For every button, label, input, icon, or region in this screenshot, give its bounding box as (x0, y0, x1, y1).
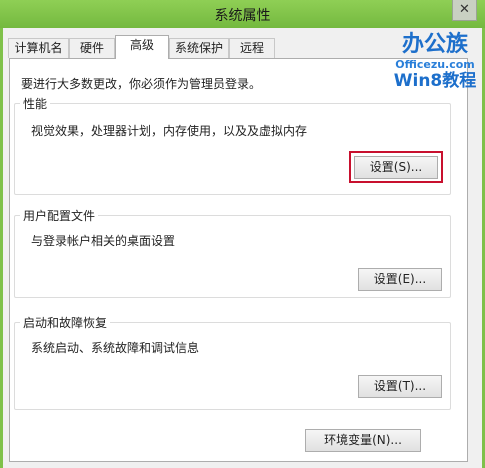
admin-notice: 要进行大多数更改，你必须作为管理员登录。 (21, 77, 262, 91)
tab-remote[interactable]: 远程 (229, 38, 275, 58)
startup-recovery-group-title: 启动和故障恢复 (20, 314, 111, 331)
performance-settings-button[interactable]: 设置(S)... (354, 156, 438, 179)
watermark-site: Officezu.com (395, 58, 475, 71)
user-profiles-description: 与登录帐户相关的桌面设置 (31, 234, 176, 248)
user-profiles-group: 用户配置文件 与登录帐户相关的桌面设置 设置(E)... (14, 207, 451, 298)
performance-group-title: 性能 (20, 95, 51, 112)
window-title: 系统属性 (214, 8, 271, 24)
tab-advanced[interactable]: 高级 (115, 35, 169, 59)
tab-computer-name[interactable]: 计算机名 (8, 38, 69, 58)
tab-hardware[interactable]: 硬件 (69, 38, 115, 58)
watermark-logo: 办公族 Officezu.com Win8教程 (390, 32, 480, 91)
close-icon[interactable]: ✕ (452, 0, 477, 21)
startup-recovery-description: 系统启动、系统故障和调试信息 (31, 341, 200, 355)
watermark-brand: 办公族 (401, 32, 468, 57)
startup-recovery-group: 启动和故障恢复 系统启动、系统故障和调试信息 设置(T)... (14, 314, 451, 410)
tab-system-protection[interactable]: 系统保护 (169, 38, 229, 58)
watermark-tagline: Win8教程 (393, 71, 477, 91)
performance-description: 视觉效果，处理器计划，内存使用，以及及虚拟内存 (31, 124, 308, 138)
performance-group: 性能 视觉效果，处理器计划，内存使用，以及及虚拟内存 设置(S)... (14, 95, 451, 195)
dialog-client: 计算机名 硬件 高级 系统保护 远程 要进行大多数更改，你必须作为管理员登录。 … (3, 28, 482, 468)
user-profiles-settings-button[interactable]: 设置(E)... (358, 268, 442, 291)
title-bar: 系统属性 ✕ (0, 0, 485, 28)
startup-recovery-settings-button[interactable]: 设置(T)... (358, 375, 442, 398)
environment-variables-button[interactable]: 环境变量(N)... (305, 429, 421, 452)
user-profiles-group-title: 用户配置文件 (20, 207, 99, 224)
